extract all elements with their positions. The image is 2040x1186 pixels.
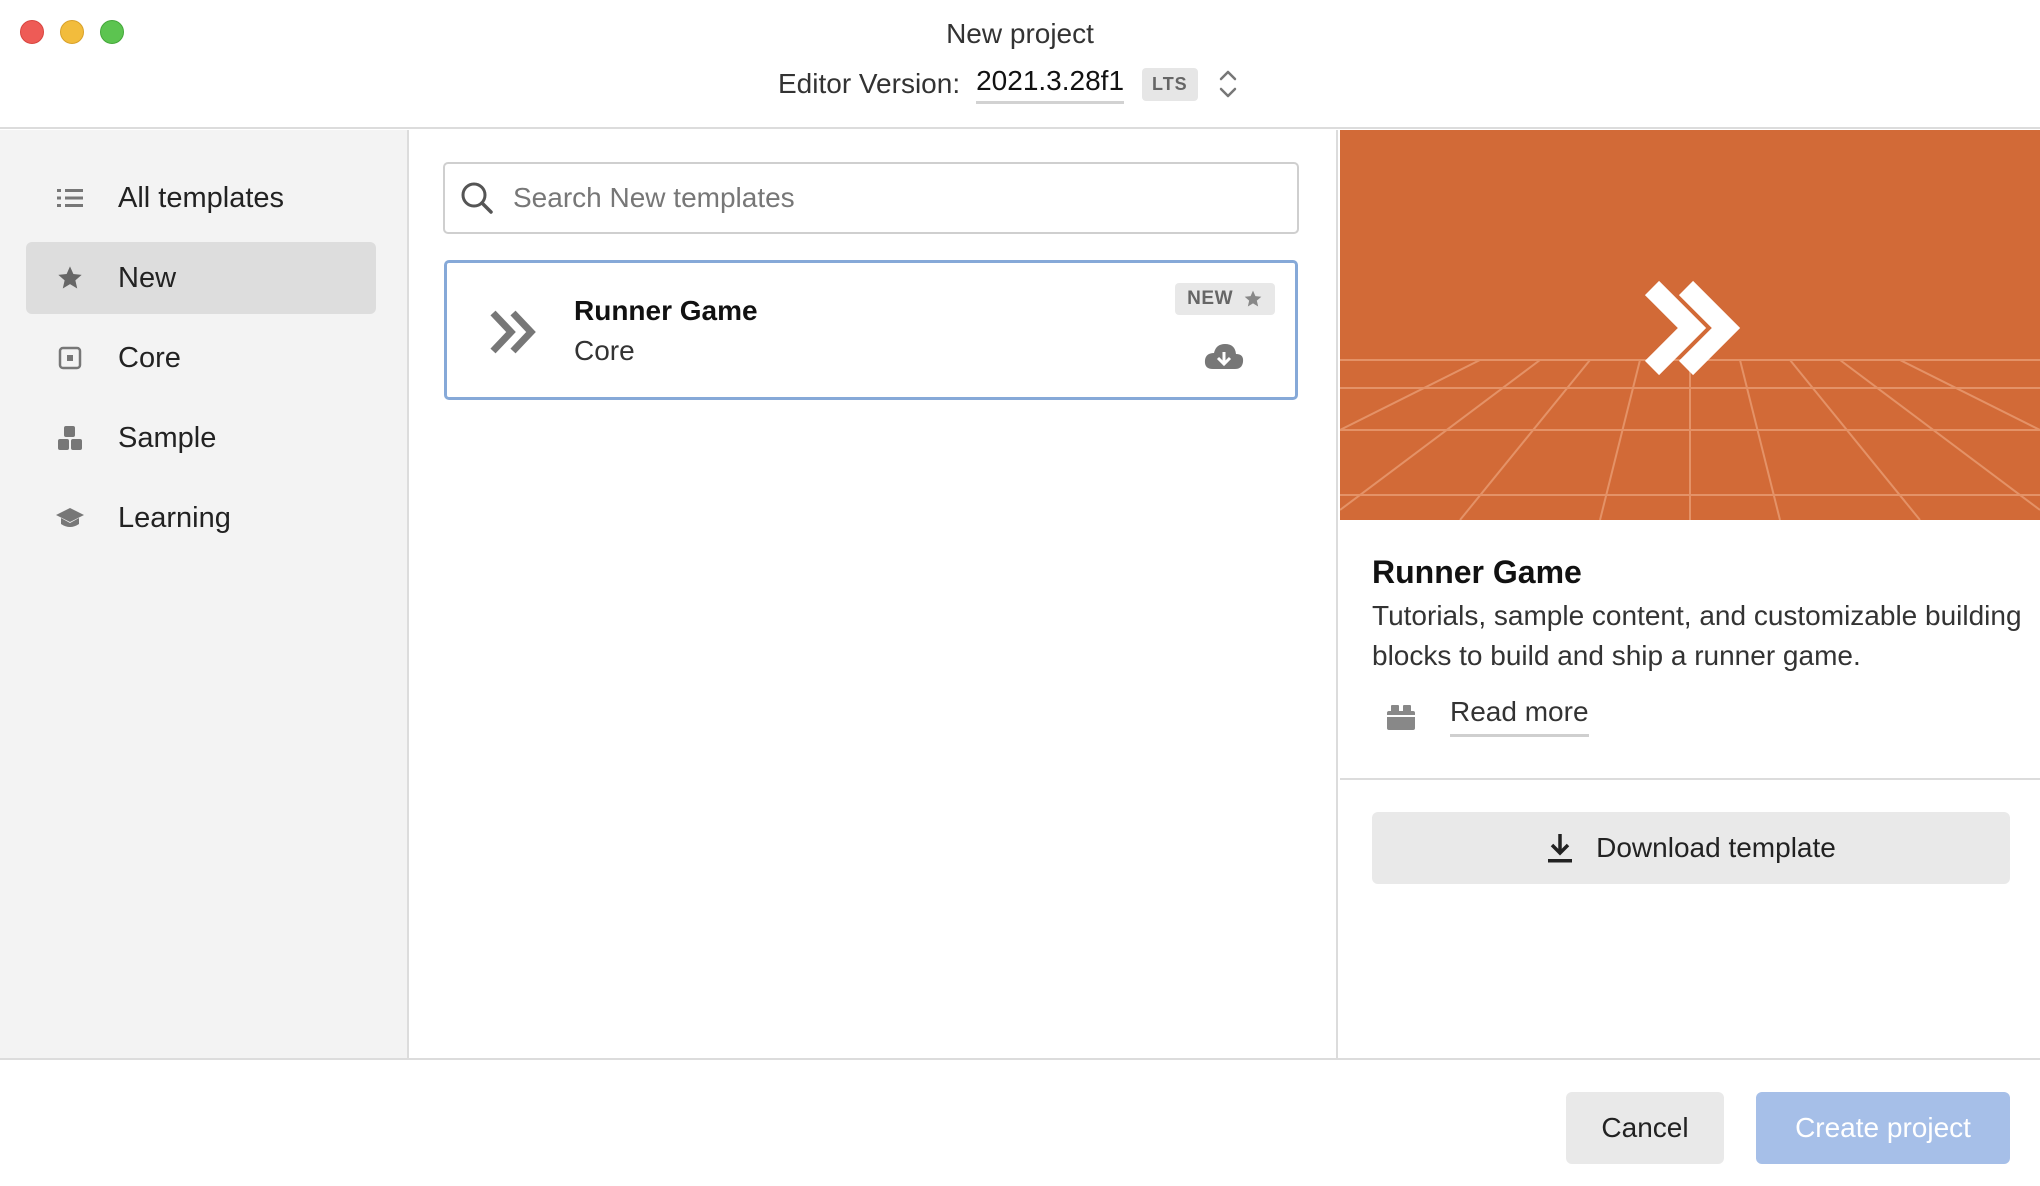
search-box[interactable]: [443, 162, 1299, 234]
detail-title: Runner Game: [1372, 554, 1582, 590]
star-icon: [50, 258, 90, 298]
search-input[interactable]: [513, 182, 1273, 214]
sidebar-item-label: New: [118, 261, 177, 294]
read-more-link[interactable]: Read more: [1386, 696, 1589, 737]
double-chevron-icon: [490, 310, 536, 354]
sidebar: All templates New Core Sample Learning: [0, 130, 409, 1058]
sidebar-item-new[interactable]: New: [26, 242, 376, 314]
template-card-category: Core: [574, 335, 635, 366]
package-icon: [1387, 704, 1415, 730]
sidebar-item-label: All templates: [118, 181, 285, 214]
sidebar-item-sample[interactable]: Sample: [26, 402, 376, 474]
core-icon: [50, 338, 90, 378]
footer: Cancel Create project: [0, 1058, 2040, 1186]
create-project-button[interactable]: Create project: [1756, 1092, 2010, 1164]
sidebar-item-label: Core: [118, 341, 181, 374]
list-icon: [50, 178, 90, 218]
template-detail-panel: Runner Game Tutorials, sample content, a…: [1340, 130, 2040, 1058]
sidebar-item-all-templates[interactable]: All templates: [26, 162, 376, 234]
sample-icon: [50, 418, 90, 458]
read-more-label[interactable]: Read more: [1450, 696, 1589, 737]
up-down-chevron-icon[interactable]: [1216, 67, 1240, 101]
double-chevron-icon: [1644, 280, 1741, 376]
download-template-button[interactable]: Download template: [1372, 812, 2010, 884]
editor-version-row: Editor Version: 2021.3.28f1 LTS: [778, 60, 1240, 108]
detail-divider: [1340, 778, 2040, 780]
star-icon: [1244, 290, 1262, 307]
title-bar: New project Editor Version: 2021.3.28f1 …: [0, 0, 2040, 129]
new-project-window: New project Editor Version: 2021.3.28f1 …: [0, 0, 2040, 1186]
sidebar-item-core[interactable]: Core: [26, 322, 376, 394]
graduation-cap-icon: [50, 498, 90, 538]
template-list-panel: Runner Game Core NEW: [411, 130, 1338, 1058]
new-badge: NEW: [1175, 283, 1275, 315]
new-badge-label: NEW: [1187, 288, 1233, 309]
template-card-runner-game[interactable]: Runner Game Core NEW: [444, 260, 1298, 400]
editor-version-selector[interactable]: 2021.3.28f1: [976, 65, 1125, 104]
sidebar-item-label: Sample: [118, 421, 217, 454]
lts-badge: LTS: [1142, 67, 1198, 101]
template-preview-image: [1340, 130, 2040, 520]
editor-version-label: Editor Version:: [778, 68, 961, 99]
template-card-title: Runner Game: [574, 295, 758, 326]
search-icon: [461, 182, 493, 214]
sidebar-item-learning[interactable]: Learning: [26, 482, 376, 554]
detail-description: Tutorials, sample content, and customiza…: [1372, 600, 2022, 671]
cancel-button[interactable]: Cancel: [1566, 1092, 1724, 1164]
window-title: New project: [946, 18, 1094, 49]
cloud-download-icon: [1204, 344, 1244, 369]
download-template-label: Download template: [1596, 832, 1836, 863]
download-icon: [1548, 834, 1573, 863]
runner-grid-graphic: [1340, 280, 2040, 520]
sidebar-item-label: Learning: [118, 501, 231, 534]
